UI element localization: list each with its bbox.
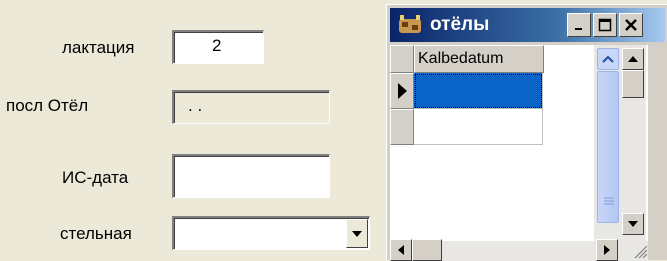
scroll-down-button[interactable]	[622, 213, 644, 235]
is-date-label: ИС-дата	[62, 168, 129, 187]
arrow-down-icon	[628, 221, 638, 227]
corner-header	[390, 45, 414, 73]
scroll-up-button[interactable]	[622, 48, 644, 70]
lactation-field[interactable]: 2	[172, 30, 264, 64]
scroll-up-thumb[interactable]	[622, 70, 644, 98]
arrow-up-icon	[628, 56, 638, 62]
pregnant-combobox[interactable]	[172, 216, 370, 250]
maximize-button[interactable]	[593, 13, 617, 37]
scroll-thumb[interactable]	[597, 71, 619, 223]
vertical-scrollbar[interactable]	[594, 45, 646, 241]
horizontal-scrollbar[interactable]	[390, 239, 648, 261]
arrow-left-icon	[398, 245, 404, 255]
scroll-right-button[interactable]	[596, 239, 618, 261]
row-indicator[interactable]	[390, 73, 414, 109]
grid-cell-selected[interactable]	[414, 73, 543, 109]
row-indicator[interactable]	[390, 109, 414, 145]
window-title: отёлы	[430, 14, 490, 35]
current-row-icon	[397, 83, 407, 99]
animal-form: лактация 2 посл Отёл . . ИС-дата стельна…	[0, 0, 386, 260]
scroll-left-button[interactable]	[390, 239, 412, 261]
last-calving-label: посл Отёл	[6, 96, 89, 115]
chevron-down-icon	[352, 230, 362, 237]
chevron-up-icon	[602, 55, 614, 63]
lactation-value: 2	[212, 36, 222, 55]
dropdown-button[interactable]	[346, 219, 368, 248]
close-icon	[625, 19, 637, 31]
close-button[interactable]	[619, 13, 643, 37]
last-calving-field: . .	[172, 90, 330, 124]
minimize-icon	[575, 28, 582, 30]
horizontal-scroll-thumb[interactable]	[412, 239, 442, 261]
pregnant-label: стельная	[60, 224, 132, 243]
resize-grip-icon[interactable]	[630, 241, 648, 259]
grid-cell[interactable]	[414, 109, 543, 145]
calvings-window: отёлы Kalbedatum	[386, 4, 667, 261]
grip-icon	[604, 197, 614, 205]
inner-scroll-up-button[interactable]	[597, 48, 619, 70]
title-bar[interactable]: отёлы	[390, 8, 665, 42]
lactation-label: лактация	[62, 38, 135, 57]
is-date-field[interactable]	[172, 154, 330, 198]
last-calving-value: . .	[188, 96, 203, 115]
arrow-right-icon	[604, 245, 610, 255]
column-header-kalbedatum[interactable]: Kalbedatum	[414, 45, 544, 73]
cow-icon	[399, 15, 421, 33]
maximize-icon	[598, 18, 612, 32]
minimize-button[interactable]	[567, 13, 591, 37]
